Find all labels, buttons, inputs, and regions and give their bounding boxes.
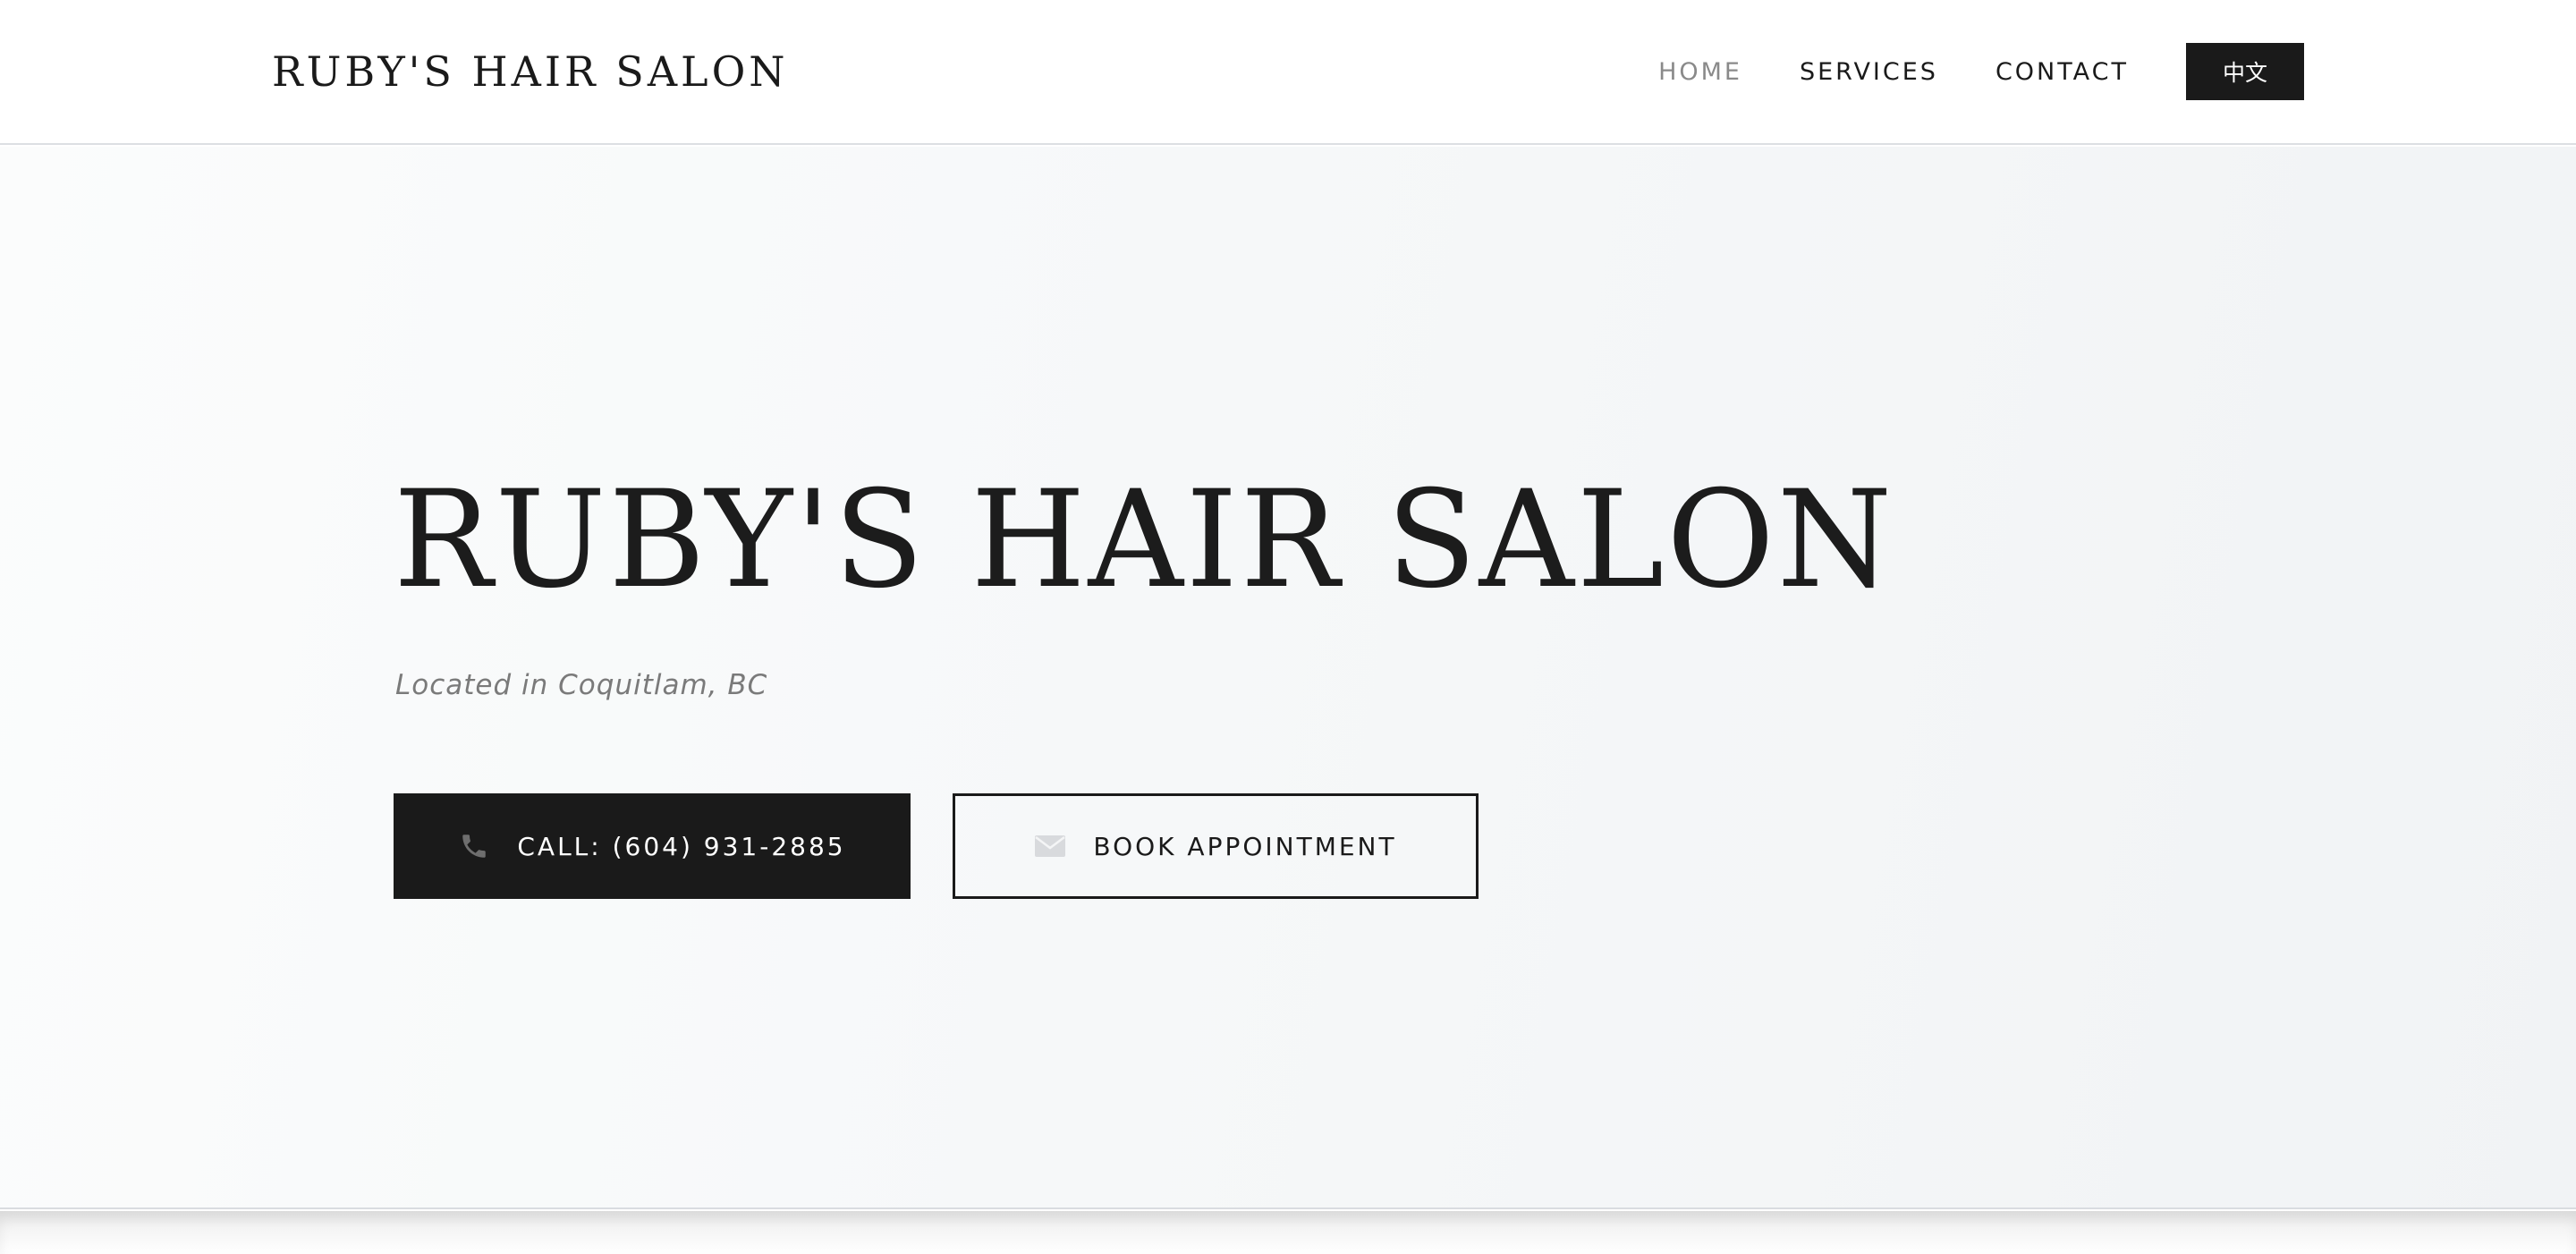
hero-section: RUBY'S HAIR SALON Located in Coquitlam, … — [0, 147, 2576, 1209]
phone-icon — [458, 830, 490, 862]
brand-logo[interactable]: RUBY'S HAIR SALON — [272, 45, 789, 98]
language-toggle-button[interactable]: 中文 — [2186, 43, 2304, 100]
hero-title: RUBY'S HAIR SALON — [394, 462, 1895, 618]
call-button[interactable]: CALL: (604) 931-2885 — [394, 793, 911, 899]
envelope-icon — [1034, 830, 1066, 862]
nav-services[interactable]: SERVICES — [1800, 58, 1938, 86]
book-appointment-button[interactable]: BOOK APPOINTMENT — [953, 793, 1479, 899]
nav-home[interactable]: HOME — [1658, 58, 1742, 86]
next-section-edge — [0, 1211, 2576, 1254]
call-button-label: CALL: (604) 931-2885 — [517, 831, 846, 861]
book-button-label: BOOK APPOINTMENT — [1093, 831, 1397, 861]
hero-subtitle: Located in Coquitlam, BC — [395, 669, 768, 701]
site-header: RUBY'S HAIR SALON HOME SERVICES CONTACT … — [0, 0, 2576, 145]
nav-contact[interactable]: CONTACT — [1996, 58, 2129, 86]
main-nav: HOME SERVICES CONTACT 中文 — [1658, 43, 2304, 100]
